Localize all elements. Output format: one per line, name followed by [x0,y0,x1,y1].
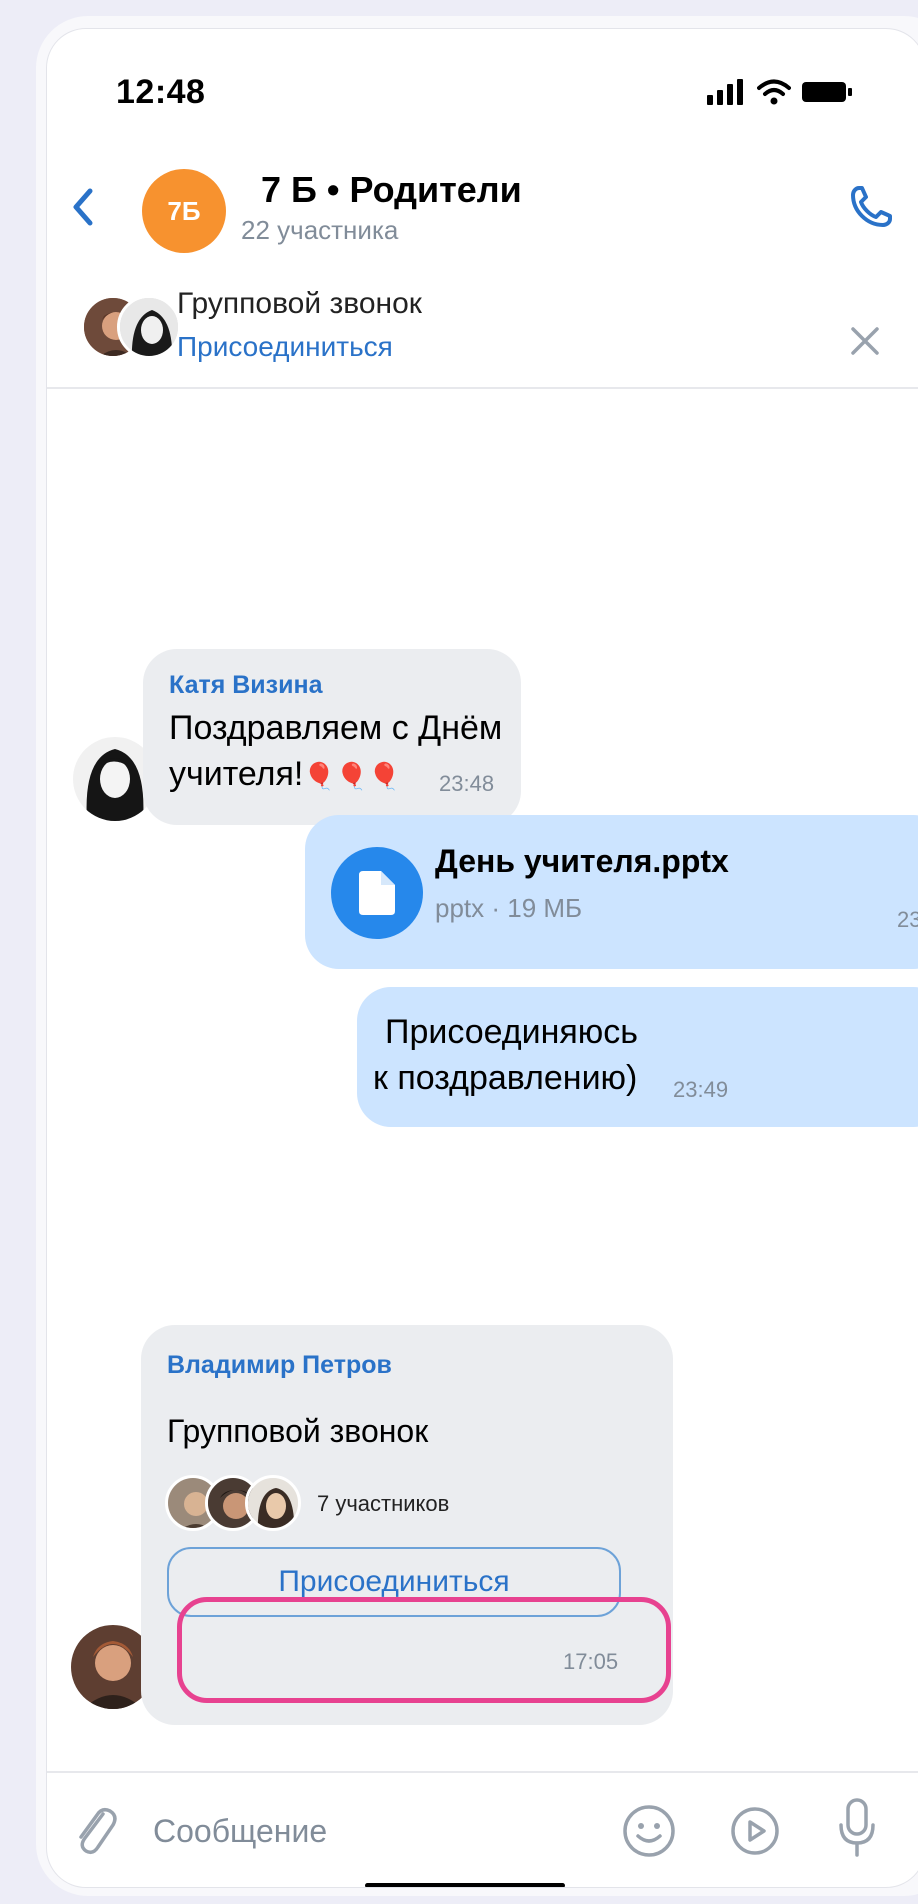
video-message-button[interactable] [723,1799,787,1863]
document-icon[interactable] [331,847,423,939]
back-button[interactable] [63,179,103,235]
participants-count: 7 участников [317,1491,450,1516]
smile-icon [623,1805,675,1857]
chat-title[interactable]: 7 Б • Родители [261,169,522,211]
signal-icon [707,79,747,110]
message-author: Владимир Петров [167,1351,392,1379]
attach-button[interactable] [67,1799,123,1863]
message-text-line: Поздравляем с Днём [169,709,503,747]
call-button[interactable] [843,179,899,235]
message-bubble-outgoing[interactable]: Присоединяюсь к поздравлению) 23:49 [357,987,918,1127]
status-time: 12:48 [116,73,206,111]
emoji-button[interactable] [617,1799,681,1863]
chat-screen: 12:48 7Б 7 Б • Родители 22 участника Гру… [46,28,918,1888]
battery-icon [801,79,853,110]
message-bubble-incoming[interactable]: Катя Визина Поздравляем с Днём учителя!🎈… [143,649,521,825]
call-banner-join-link[interactable]: Присоединиться [177,331,393,363]
chevron-left-icon [73,188,93,226]
play-circle-icon [731,1807,779,1855]
balloon-emoji: 🎈🎈🎈 [303,761,401,791]
call-banner-title: Групповой звонок [177,287,422,320]
status-icons [707,79,853,110]
divider [47,1771,918,1773]
avatar [245,1475,301,1531]
chat-subtitle[interactable]: 22 участника [241,215,398,246]
close-icon [851,327,879,355]
message-time: 23:48 [439,771,495,796]
message-author: Катя Визина [169,671,323,699]
paperclip-icon [79,1807,117,1855]
message-bubble-outgoing[interactable]: День учителя.pptx pptx · 19 МБ 23:4 [305,815,918,969]
wifi-icon [757,79,791,110]
close-button[interactable] [843,319,887,363]
message-input[interactable] [153,1801,513,1861]
message-text-line: Присоединяюсь [385,1013,639,1051]
message-time: 23:49 [673,1077,729,1102]
message-text-line: к поздравлению) [373,1059,638,1097]
call-participants-avatars [165,1475,315,1535]
chat-avatar[interactable]: 7Б [142,169,226,253]
voice-message-button[interactable] [829,1793,885,1865]
avatar [117,295,181,359]
home-indicator[interactable] [365,1883,565,1887]
phone-icon [851,186,892,227]
message-text-line: учителя!🎈🎈🎈 [169,755,401,793]
file-meta: pptx · 19 МБ [435,893,583,923]
group-call-title: Групповой звонок [167,1413,429,1449]
message-time: 23:4 [897,907,918,932]
microphone-icon [839,1798,875,1857]
file-name: День учителя.pptx [435,843,729,879]
divider [47,387,918,389]
highlight-frame [177,1597,671,1703]
call-participants-avatars [81,295,191,361]
